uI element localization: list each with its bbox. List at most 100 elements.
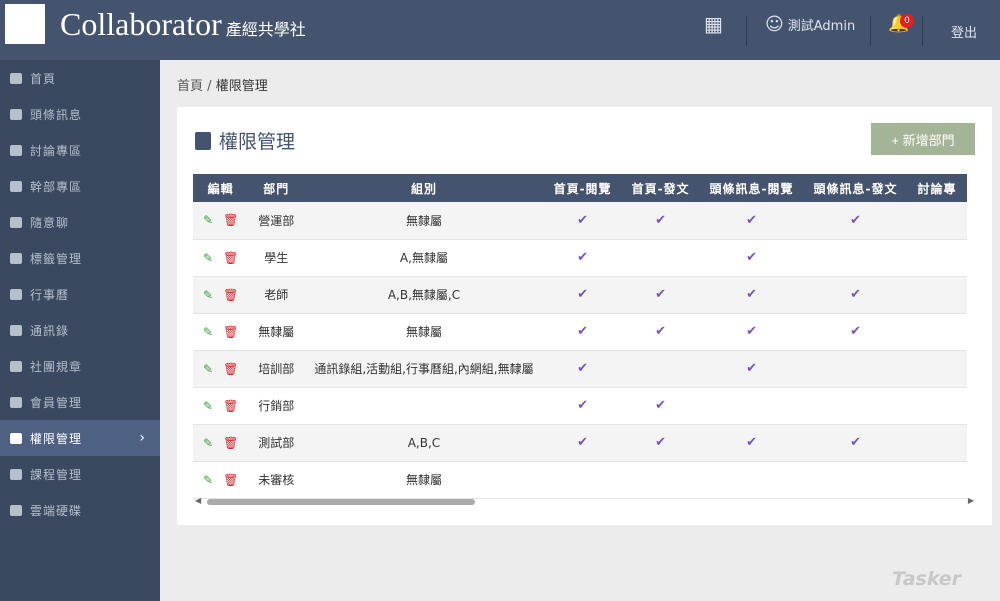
chat-icon [10,216,22,228]
tasker-watermark: Tasker [892,568,962,590]
star-icon [10,504,22,516]
table-row: ✎ 🗑 測試部 A,B,C ✔ ✔ ✔ ✔ [193,424,967,462]
group-cell: A,B,C [304,424,544,462]
edit-icon[interactable]: ✎ [203,288,213,302]
check-icon: ✔ [850,287,861,302]
notification-badge: 0 [900,14,914,28]
column-header: 頭條訊息-發文 [803,174,908,202]
qr-code-icon[interactable]: ▦ [704,0,723,48]
edit-icon[interactable]: ✎ [203,213,213,227]
home-icon [10,72,22,84]
divider [922,16,923,46]
check-icon: ✔ [577,398,589,413]
table-row: ✎ 🗑 無隸屬 無隸屬 ✔ ✔ ✔ ✔ [193,313,967,351]
column-header: 首頁-發文 [621,174,700,202]
logo[interactable] [5,4,45,44]
edit-icon[interactable]: ✎ [203,251,213,265]
sidebar-item[interactable]: 討論專區 [0,132,160,168]
check-icon: ✔ [577,361,589,376]
check-icon: ✔ [655,435,666,450]
breadcrumb-current: 權限管理 [215,79,268,94]
dept-cell: 老師 [248,276,305,314]
star-icon [10,360,22,372]
badge-icon [10,180,22,192]
avatar-icon: ☺ [765,13,784,35]
sidebar-item[interactable]: 會員管理 [0,384,160,420]
badge-icon [195,131,211,150]
column-header: 編輯 [193,174,249,202]
user-menu[interactable]: ☺ 測試Admin [765,0,855,48]
sidebar-item[interactable]: 雲端硬碟 [0,492,160,528]
column-header: 首頁-閱覽 [543,174,622,202]
table-row: ✎ 🗑 學生 A,無隸屬 ✔ ✔ [193,239,967,277]
dept-cell: 學生 [248,239,305,277]
calendar-icon [10,288,22,300]
check-icon: ✔ [577,287,589,302]
column-header: 組別 [304,174,544,202]
group-cell: 通訊錄組,活動組,行事曆組,內網組,無隸屬 [304,350,544,388]
sidebar-item[interactable]: 標籤管理 [0,240,160,276]
check-icon: ✔ [850,212,861,228]
folder-user-icon [10,396,22,408]
column-header: 部門 [248,174,305,202]
contact-icon [10,324,22,336]
sidebar-item[interactable]: 權限管理 › [0,420,160,456]
sidebar-item[interactable]: 行事曆 [0,276,160,312]
dept-cell: 未審核 [248,461,305,499]
trash-icon[interactable]: 🗑 [223,251,238,265]
divider [746,16,747,46]
table-row: ✎ 🗑 未審核 無隸屬 [193,461,967,499]
check-icon: ✔ [850,435,861,450]
permission-table: 編輯 部門 組別 首頁-閱覽 首頁-發文 頭條訊息-閱覽 頭條訊息-發文 討論專 ✎ 🗑 營運部 無隸… [193,174,967,499]
edit-icon[interactable]: ✎ [203,436,213,450]
dept-cell: 無隸屬 [248,313,305,351]
edit-icon[interactable]: ✎ [203,399,213,413]
scrollbar-thumb[interactable] [207,499,475,505]
trash-icon[interactable]: 🗑 [223,325,238,339]
dept-cell: 營運部 [248,202,305,240]
check-icon: ✔ [655,398,666,413]
dept-cell: 測試部 [248,424,305,462]
sidebar-item[interactable]: 隨意聊 [0,204,160,240]
check-icon: ✔ [655,324,666,339]
check-icon: ✔ [746,287,757,302]
trash-icon[interactable]: 🗑 [223,213,238,227]
sidebar-item[interactable]: 課程管理 [0,456,160,492]
logout-button[interactable]: 登出 [951,7,977,55]
sidebar-item[interactable]: 通訊錄 [0,312,160,348]
column-header: 頭條訊息-閱覽 [699,174,804,202]
trash-icon[interactable]: 🗑 [223,436,238,450]
trash-icon[interactable]: 🗑 [223,362,238,376]
top-bar: Collaborator 產經共學社 ▦ ☺ 測試Admin 🔔 0 登出 [0,0,1000,60]
check-icon: ✔ [577,250,589,265]
add-department-button[interactable]: + 新增部門 [871,123,975,155]
trash-icon[interactable]: 🗑 [223,288,238,302]
trash-icon[interactable]: 🗑 [223,399,238,413]
trash-icon[interactable]: 🗑 [223,473,238,487]
dept-cell: 培訓部 [248,350,305,388]
forum-icon [10,144,22,156]
edit-icon[interactable]: ✎ [203,325,213,339]
edit-icon[interactable]: ✎ [203,473,213,487]
folder-user-icon [10,468,22,480]
group-cell: A,無隸屬 [304,239,544,277]
page-title: 權限管理 [195,127,295,154]
check-icon: ✔ [746,250,757,265]
sidebar: 首頁 頭條訊息 討論專區 幹部專區 隨意聊 標籤管理 行事曆 通訊錄 社團規章 會員管理 權限管理 ›… [0,60,160,601]
calendar-icon [10,252,22,264]
sidebar-item[interactable]: 頭條訊息 [0,96,160,132]
check-icon: ✔ [655,287,666,302]
horizontal-scrollbar[interactable]: ◀ ▶ [193,496,976,508]
table-row: ✎ 🗑 培訓部 通訊錄組,活動組,行事曆組,內網組,無隸屬 ✔ ✔ [193,350,967,388]
sidebar-item[interactable]: 社團規章 [0,348,160,384]
group-cell: 無隸屬 [304,202,544,240]
edit-icon[interactable]: ✎ [203,362,213,376]
group-cell [304,387,544,425]
dept-cell: 行銷部 [248,387,305,425]
badge-icon [10,432,22,444]
check-icon: ✔ [577,435,589,450]
sidebar-item[interactable]: 幹部專區 [0,168,160,204]
sidebar-item[interactable]: 首頁 [0,60,160,96]
breadcrumb: 首頁 / 權限管理 [177,79,268,94]
breadcrumb-home[interactable]: 首頁 [177,79,203,94]
